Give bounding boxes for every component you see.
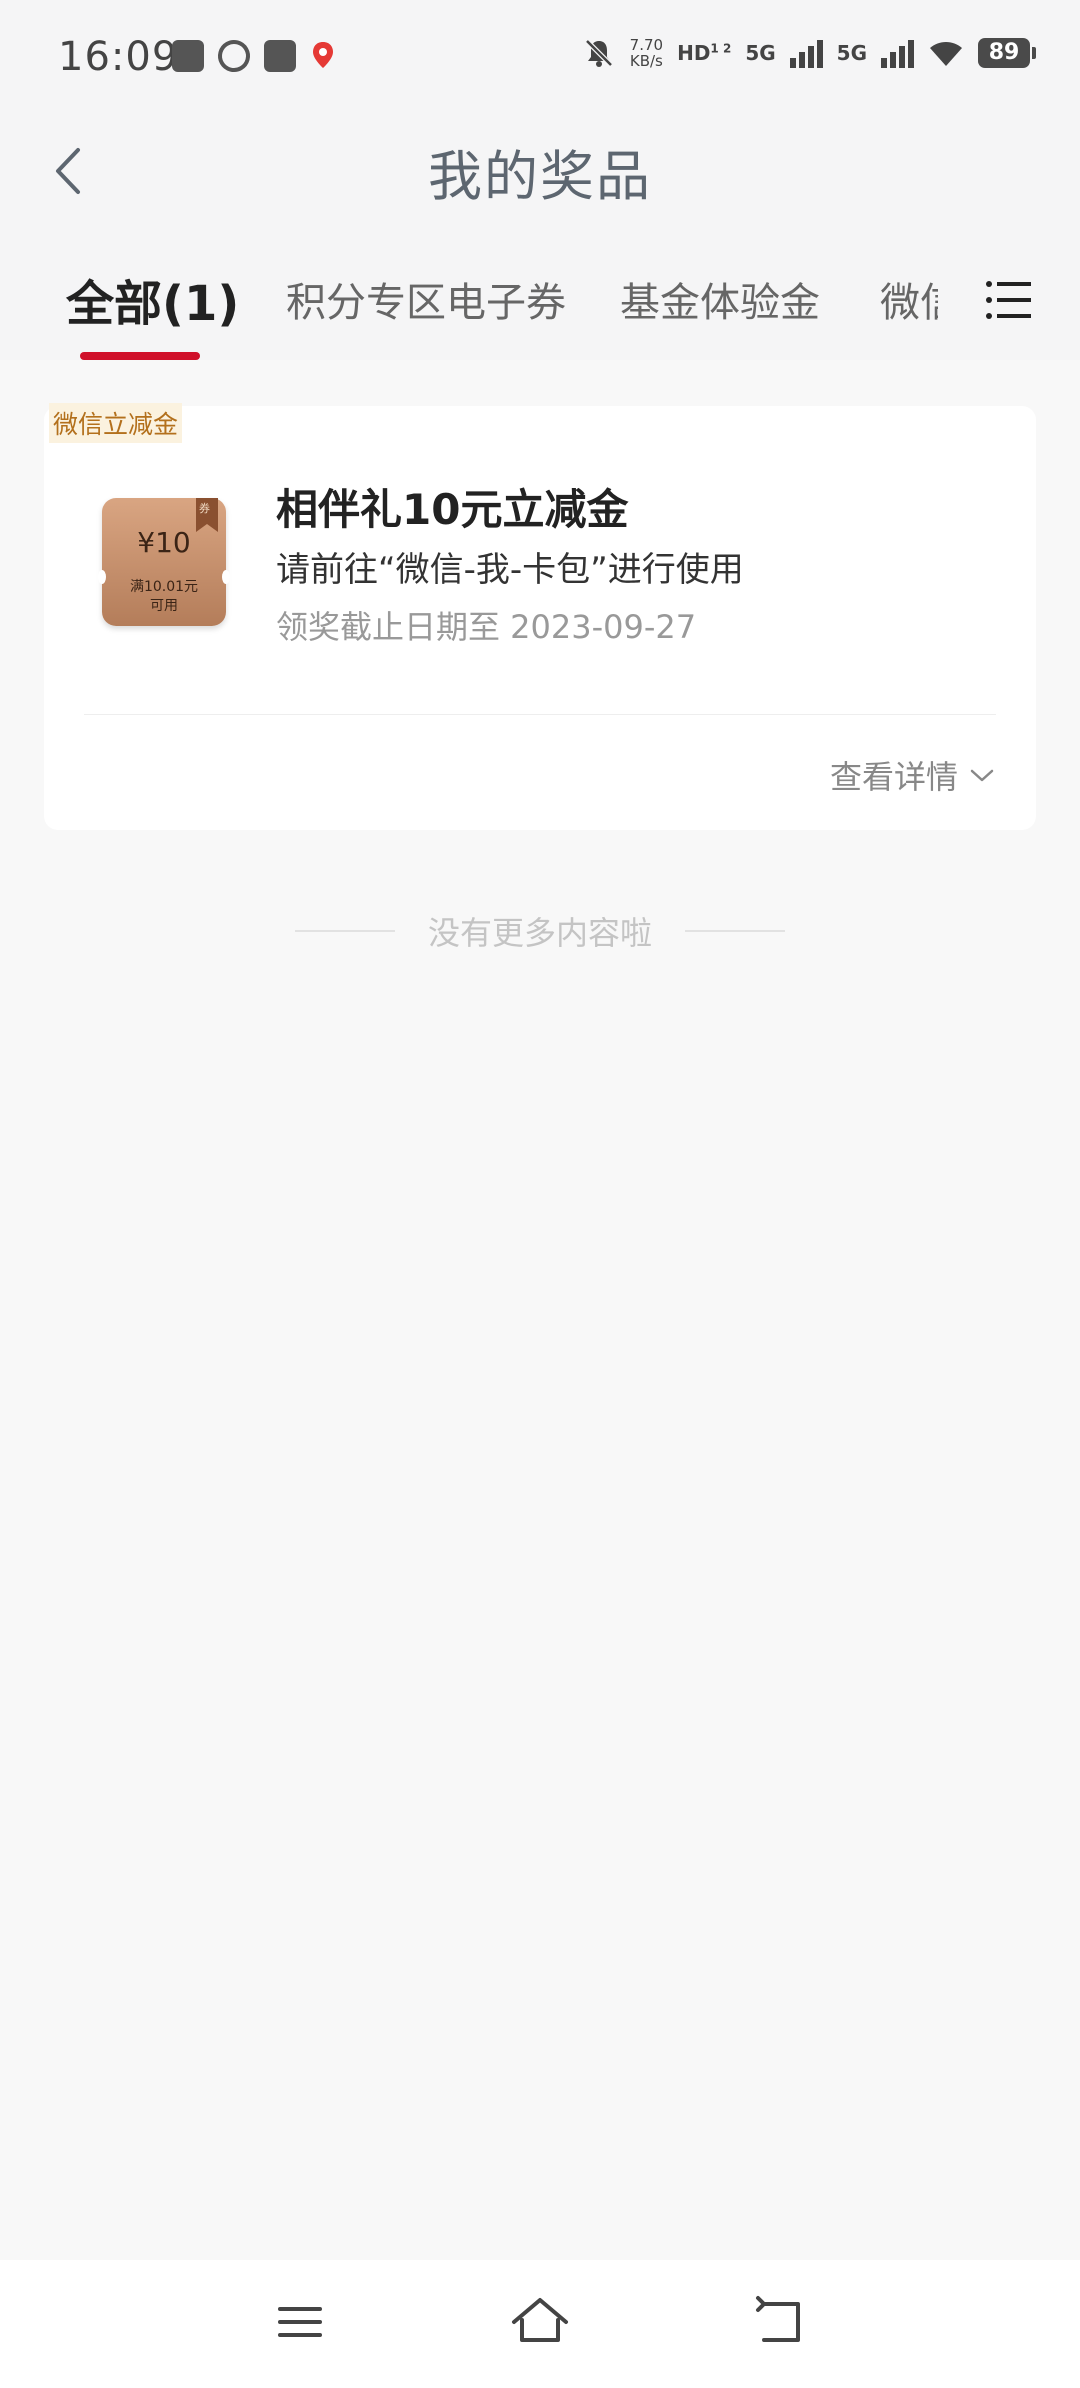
view-details-button[interactable]: 查看详情 xyxy=(830,752,996,798)
prize-list: 微信立减金 券 ¥10 满10.01元 可用 相伴礼10元立减金 请前往“微信-… xyxy=(0,360,1080,2260)
prize-deadline: 领奖截止日期至 2023-09-27 xyxy=(276,608,697,646)
coupon-amount: ¥10 xyxy=(137,526,191,559)
status-time: 16:09 xyxy=(58,34,179,80)
tab-points-coupons[interactable]: 积分专区电子券 xyxy=(286,270,566,328)
page-title: 我的奖品 xyxy=(428,145,652,208)
signal-label-2: 5G xyxy=(836,41,867,65)
end-line-left xyxy=(294,930,395,932)
tab-wechat[interactable]: 微信 xyxy=(880,270,938,328)
notification-app-icon xyxy=(172,40,204,72)
prize-card[interactable]: 微信立减金 券 ¥10 满10.01元 可用 相伴礼10元立减金 请前往“微信-… xyxy=(44,403,1036,830)
signal-bars-2 xyxy=(881,38,914,68)
status-right: 7.70 KB/s HD1 2 5G 5G 89 xyxy=(582,36,1036,70)
view-details-label: 查看详情 xyxy=(829,758,958,796)
net-speed: 7.70 KB/s xyxy=(629,36,664,70)
coupon-flag: 券 xyxy=(196,498,218,532)
signal-bars-1 xyxy=(789,38,823,68)
tab-active-indicator xyxy=(80,352,200,360)
notification-map-icon xyxy=(313,42,333,68)
home-icon[interactable] xyxy=(508,2290,572,2354)
system-nav-bar xyxy=(0,2260,1080,2388)
hd-indicator: HD1 2 xyxy=(677,41,732,65)
signal-label-1: 5G xyxy=(745,41,776,65)
end-of-list-text: 没有更多内容啦 xyxy=(427,914,652,952)
prize-description: 请前往“微信-我-卡包”进行使用 xyxy=(276,550,744,590)
tab-fund-trial[interactable]: 基金体验金 xyxy=(620,270,820,328)
notification-icons xyxy=(172,34,336,78)
status-bar: 16:09 7.70 KB/s HD1 2 5G 5G 89 xyxy=(0,0,1080,118)
end-of-list: 没有更多内容啦 xyxy=(0,908,1080,954)
list-menu-icon[interactable] xyxy=(984,278,1034,322)
prize-title: 相伴礼10元立减金 xyxy=(276,485,629,534)
header: 我的奖品 xyxy=(0,118,1080,228)
notification-app-icon-2 xyxy=(212,34,256,78)
menu-icon[interactable] xyxy=(268,2290,332,2354)
back-icon[interactable] xyxy=(748,2290,812,2354)
notification-mail-icon xyxy=(264,40,296,72)
coupon-icon: 券 ¥10 满10.01元 可用 xyxy=(98,498,230,626)
battery-indicator: 89 xyxy=(978,38,1036,68)
tab-bar: 全部(1) 积分专区电子券 基金体验金 微信 xyxy=(0,228,1080,360)
chevron-down-icon xyxy=(970,769,994,782)
wifi-icon xyxy=(930,42,962,66)
tab-all[interactable]: 全部(1) xyxy=(66,264,239,334)
prize-type-tag: 微信立减金 xyxy=(49,403,183,443)
card-divider xyxy=(84,714,996,715)
coupon-condition: 满10.01元 可用 xyxy=(129,579,199,614)
mute-bell-icon xyxy=(584,39,613,67)
end-line-right xyxy=(685,930,786,932)
